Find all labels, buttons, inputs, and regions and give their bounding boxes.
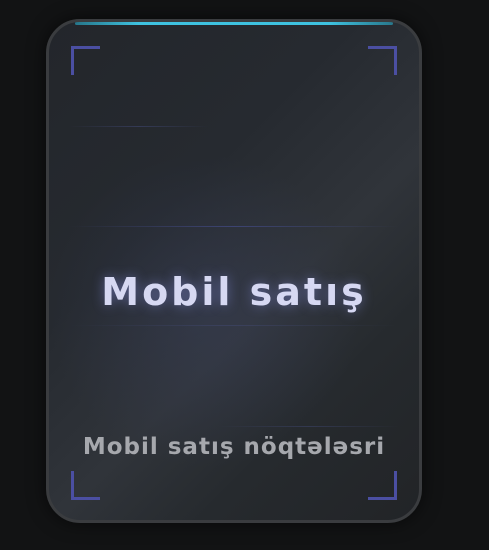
scanline-decoration — [69, 226, 399, 227]
corner-bracket-bottom-left — [71, 471, 100, 500]
mobile-sales-card[interactable]: Mobil satış Mobil satış nöqtələsri — [46, 19, 422, 523]
corner-bracket-bottom-right — [368, 471, 397, 500]
scanline-decoration — [69, 126, 209, 127]
corner-bracket-top-left — [71, 46, 100, 75]
card-subtitle: Mobil satış nöqtələsri — [82, 434, 386, 460]
top-accent-bar — [75, 22, 393, 25]
corner-bracket-top-right — [368, 46, 397, 75]
scanline-decoration — [219, 426, 399, 427]
card-title: Mobil satış — [101, 270, 367, 314]
scanline-decoration — [69, 325, 399, 326]
